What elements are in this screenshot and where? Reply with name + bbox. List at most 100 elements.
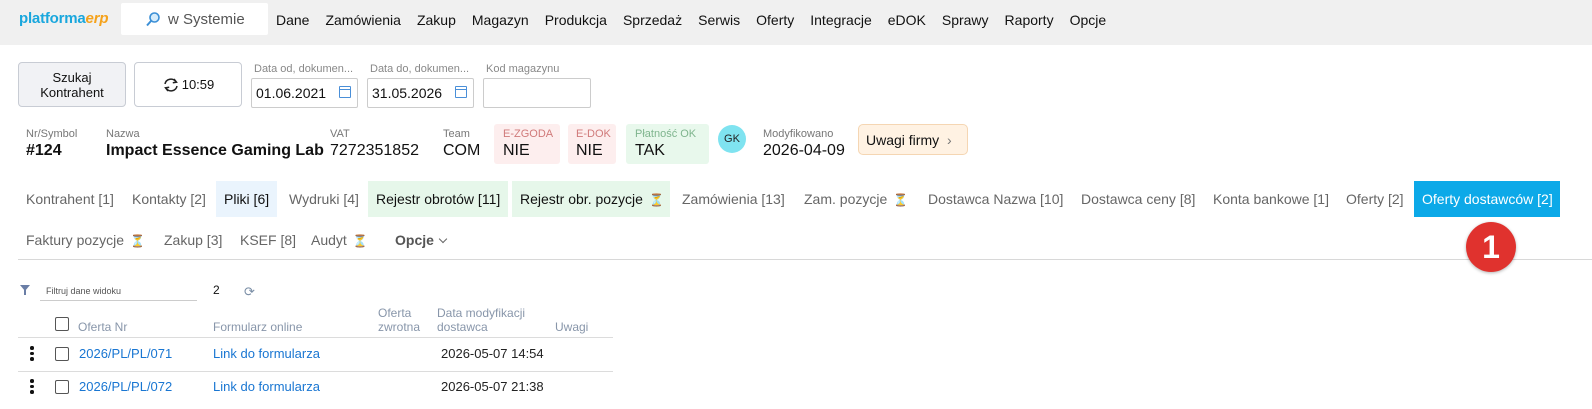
- menu-item-raporty[interactable]: Raporty: [1005, 12, 1054, 28]
- menu-item-oferty[interactable]: Oferty: [756, 12, 794, 28]
- edok-label: E-DOK: [576, 128, 611, 140]
- annotation-badge: 1: [1466, 222, 1516, 272]
- menu-item-zakup[interactable]: Zakup: [417, 12, 456, 28]
- select-all-checkbox[interactable]: [55, 317, 69, 331]
- search-contractor-button[interactable]: Szukaj Kontrahent: [18, 62, 126, 107]
- date-from-field[interactable]: 01.06.2021: [251, 78, 358, 108]
- row-checkbox[interactable]: [55, 347, 69, 361]
- modified-date: 2026-05-07 14:54: [441, 346, 544, 361]
- menu-item-dane[interactable]: Dane: [276, 12, 309, 28]
- refresh-icon: [163, 77, 178, 92]
- company-notes-button[interactable]: Uwagi firmy ›: [858, 124, 968, 155]
- avatar[interactable]: GK: [718, 125, 746, 153]
- platnosc-box: Płatność OK TAK: [626, 124, 709, 164]
- modified-label: Modyfikowano: [763, 128, 834, 140]
- refresh-time: 10:59: [181, 77, 215, 92]
- modified-value: 2026-04-09: [763, 142, 845, 159]
- menu-item-serwis[interactable]: Serwis: [698, 12, 740, 28]
- row-menu-icon[interactable]: [30, 346, 34, 363]
- form-link[interactable]: Link do formularza: [213, 346, 320, 361]
- tab-pliki[interactable]: Pliki [6]: [216, 181, 278, 217]
- menu-item-sprawy[interactable]: Sprawy: [942, 12, 989, 28]
- tab-kontakty[interactable]: Kontakty [2]: [124, 181, 214, 217]
- name-label: Nazwa: [106, 128, 140, 140]
- calendar-icon[interactable]: [455, 86, 467, 98]
- header-divider: [18, 337, 613, 338]
- tab-zam-pozycje[interactable]: Zam. pozycje ⏳: [796, 181, 916, 217]
- ezgoda-box: E-ZGODA NIE: [494, 124, 560, 164]
- tab-zamowienia[interactable]: Zamówienia [13]: [674, 181, 793, 217]
- tab-oferty[interactable]: Oferty [2]: [1338, 181, 1412, 217]
- company-notes-label: Uwagi firmy: [866, 132, 940, 148]
- tab-audyt[interactable]: Audyt ⏳: [303, 222, 376, 258]
- tabs-divider: [18, 259, 1592, 260]
- menu-item-edok[interactable]: eDOK: [888, 12, 926, 28]
- vat-value: 7272351852: [330, 142, 419, 159]
- tab-faktury-pozycje[interactable]: Faktury pozycje ⏳: [18, 222, 153, 258]
- form-link[interactable]: Link do formularza: [213, 379, 320, 394]
- hourglass-icon: ⏳: [648, 193, 664, 207]
- date-to-field[interactable]: 31.05.2026: [367, 78, 474, 108]
- grid-refresh-icon[interactable]: ⟳: [244, 284, 255, 300]
- hourglass-icon: ⏳: [893, 193, 909, 207]
- calendar-icon[interactable]: [339, 86, 351, 98]
- symbol-value: #124: [26, 142, 62, 159]
- chevron-right-icon: ›: [947, 132, 952, 148]
- col-header-date-line2[interactable]: dostawca: [437, 320, 488, 334]
- edok-value: NIE: [576, 142, 603, 159]
- ezgoda-value: NIE: [503, 142, 530, 159]
- tab-dostawca-ceny[interactable]: Dostawca ceny [8]: [1073, 181, 1203, 217]
- menu-item-produkcja[interactable]: Produkcja: [545, 12, 607, 28]
- search-button-line1: Szukaj: [52, 70, 92, 85]
- offer-nr-link[interactable]: 2026/PL/PL/072: [79, 379, 172, 394]
- offer-nr-link[interactable]: 2026/PL/PL/071: [79, 346, 172, 361]
- col-header-offer-nr[interactable]: Oferta Nr: [78, 320, 127, 334]
- row-checkbox[interactable]: [55, 380, 69, 394]
- filter-icon[interactable]: [20, 285, 30, 295]
- tab-kontrahent[interactable]: Kontrahent [1]: [18, 181, 122, 217]
- col-header-notes[interactable]: Uwagi: [555, 320, 588, 334]
- col-header-return-line1[interactable]: Oferta: [378, 306, 411, 320]
- menu-item-sprzedaz[interactable]: Sprzedaż: [623, 12, 682, 28]
- search-label: w Systemie: [168, 11, 245, 28]
- warehouse-label: Kod magazynu: [486, 63, 560, 75]
- tab-rejestr-obr-pozycje[interactable]: Rejestr obr. pozycje ⏳: [512, 181, 670, 217]
- hourglass-icon: ⏳: [352, 234, 368, 248]
- hourglass-icon: ⏳: [130, 234, 145, 248]
- options-dropdown[interactable]: Opcje: [387, 222, 454, 258]
- col-header-date-line1[interactable]: Data modyfikacji: [437, 306, 525, 320]
- search-icon: [146, 12, 160, 27]
- col-header-form[interactable]: Formularz online: [213, 320, 302, 334]
- vat-label: VAT: [330, 128, 350, 140]
- tab-konta-bankowe[interactable]: Konta bankowe [1]: [1205, 181, 1337, 217]
- tab-oferty-dostawcow[interactable]: Oferty dostawców [2]: [1414, 181, 1560, 217]
- menu-item-opcje[interactable]: Opcje: [1070, 12, 1107, 28]
- edok-box: E-DOK NIE: [568, 124, 616, 164]
- tab-ksef[interactable]: KSEF [8]: [232, 222, 304, 258]
- date-to-value: 31.05.2026: [372, 85, 443, 101]
- date-from-value: 01.06.2021: [256, 85, 327, 101]
- date-from-label: Data od, dokumen...: [254, 63, 354, 75]
- filter-input[interactable]: Filtruj dane widoku: [40, 283, 197, 301]
- menu-item-magazyn[interactable]: Magazyn: [472, 12, 529, 28]
- tab-dostawca-nazwa[interactable]: Dostawca Nazwa [10]: [920, 181, 1071, 217]
- row-menu-icon[interactable]: [30, 379, 34, 396]
- tab-wydruki[interactable]: Wydruki [4]: [281, 181, 367, 217]
- tab-rejestr-obr-pozycje-label: Rejestr obr. pozycje: [520, 191, 643, 207]
- tab-audyt-label: Audyt: [311, 232, 347, 248]
- tab-rejestr-obrotow[interactable]: Rejestr obrotów [11]: [368, 181, 509, 217]
- menu-item-integracje[interactable]: Integracje: [810, 12, 871, 28]
- platnosc-label: Płatność OK: [635, 128, 697, 140]
- menu-item-zamowienia[interactable]: Zamówienia: [325, 12, 400, 28]
- refresh-button[interactable]: 10:59: [134, 62, 242, 107]
- name-value: Impact Essence Gaming Lab: [106, 142, 324, 159]
- tab-zakup[interactable]: Zakup [3]: [156, 222, 230, 258]
- team-label: Team: [443, 128, 470, 140]
- col-header-return-line2[interactable]: zwrotna: [378, 320, 420, 334]
- tab-faktury-pozycje-label: Faktury pozycje: [26, 232, 125, 248]
- record-count: 2: [213, 283, 220, 297]
- warehouse-input[interactable]: [483, 78, 591, 108]
- chevron-down-icon: [438, 234, 448, 244]
- global-search-button[interactable]: w Systemie: [121, 3, 268, 35]
- logo[interactable]: platformaerp: [19, 10, 108, 27]
